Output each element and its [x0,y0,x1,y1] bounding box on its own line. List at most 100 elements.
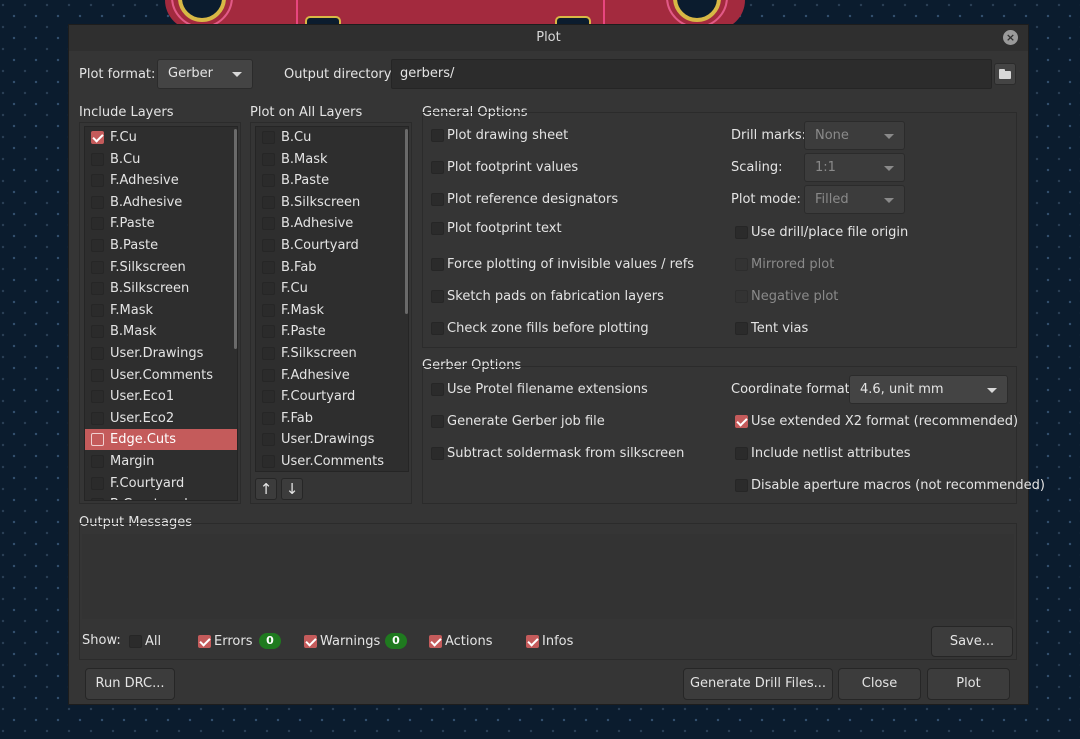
include-layer-item[interactable]: B.Paste [85,235,237,256]
all-layers-item[interactable]: F.Paste [256,321,408,342]
layer-checkbox[interactable] [91,131,104,144]
layer-checkbox[interactable] [262,152,275,166]
layer-checkbox[interactable] [91,347,104,360]
layer-checkbox[interactable] [91,390,104,404]
tent-vias-checkbox[interactable] [735,322,748,335]
all-layers-item[interactable]: B.Cu [256,127,408,148]
check-zone-fills-checkbox[interactable] [431,322,444,335]
move-down-button[interactable]: ↓ [281,478,303,500]
show-errors-checkbox[interactable] [198,635,211,648]
include-layer-item[interactable]: B.Silkscreen [85,278,237,299]
all-layers-item[interactable]: B.Fab [256,257,408,278]
all-layers-item[interactable]: B.Mask [256,149,408,170]
coordinate-format-select[interactable]: 4.6, unit mm [849,375,1008,404]
force-invisible-checkbox[interactable] [431,258,444,271]
layer-checkbox[interactable] [262,260,275,274]
include-layer-item[interactable]: F.Mask [85,300,237,321]
all-layers-item[interactable]: User.Comments [256,451,408,471]
layer-checkbox[interactable] [91,239,104,252]
layer-checkbox[interactable] [91,476,104,490]
disable-aperture-checkbox[interactable] [735,479,748,492]
layer-checkbox[interactable] [262,433,275,447]
all-layers-item[interactable]: F.Cu [256,278,408,299]
output-messages-area[interactable] [82,534,1014,619]
layer-checkbox[interactable] [91,303,104,317]
layer-checkbox[interactable] [91,325,104,339]
negative-plot-checkbox[interactable] [735,290,748,303]
layer-checkbox[interactable] [262,239,275,252]
include-layer-item[interactable]: F.Silkscreen [85,257,237,278]
close-button[interactable]: Close [838,668,921,700]
all-layers-scrollbar[interactable] [405,129,408,314]
plot-footprint-text-checkbox[interactable] [431,222,444,235]
use-drill-origin-checkbox[interactable] [735,226,748,239]
layer-checkbox[interactable] [262,455,275,468]
all-layers-item[interactable]: F.Fab [256,408,408,429]
protel-extensions-checkbox[interactable] [431,383,444,396]
include-layer-item[interactable]: B.Courtyard [85,494,237,500]
all-layers-item[interactable]: F.Silkscreen [256,343,408,364]
drill-marks-select[interactable]: None [804,121,905,150]
all-layers-item[interactable]: F.Adhesive [256,365,408,386]
include-layer-item[interactable]: User.Eco2 [85,408,237,429]
all-layers-item[interactable]: F.Mask [256,300,408,321]
all-layers-item[interactable]: B.Paste [256,170,408,191]
include-layer-item[interactable]: F.Courtyard [85,473,237,494]
subtract-soldermask-checkbox[interactable] [431,447,444,460]
plot-mode-select[interactable]: Filled [804,185,905,214]
layer-checkbox[interactable] [262,303,275,317]
mirrored-plot-checkbox[interactable] [735,258,748,271]
layer-checkbox[interactable] [262,390,275,404]
layer-checkbox[interactable] [91,195,104,209]
close-icon[interactable]: × [1003,30,1018,45]
layer-checkbox[interactable] [91,282,104,296]
include-layer-item[interactable]: B.Adhesive [85,192,237,213]
x2-format-checkbox[interactable] [735,415,748,428]
generate-drill-files-button[interactable]: Generate Drill Files... [683,668,833,700]
layer-checkbox[interactable] [91,217,104,231]
include-layer-item[interactable]: B.Mask [85,321,237,342]
netlist-attributes-checkbox[interactable] [735,447,748,460]
plot-button[interactable]: Plot [927,668,1010,700]
layer-checkbox[interactable] [262,217,275,231]
include-layer-item[interactable]: User.Drawings [85,343,237,364]
show-infos-checkbox[interactable] [526,635,539,648]
include-layer-item[interactable]: Margin [85,451,237,472]
include-layer-item[interactable]: User.Comments [85,365,237,386]
all-layers-item[interactable]: B.Adhesive [256,213,408,234]
layer-checkbox[interactable] [262,368,275,382]
all-layers-item[interactable]: B.Silkscreen [256,192,408,213]
folder-icon[interactable] [994,63,1016,85]
all-layers-list[interactable]: B.Cu B.Mask B.Paste B.Silkscreen B.Adhesive B… [255,126,409,472]
layer-checkbox[interactable] [91,174,104,188]
run-drc-button[interactable]: Run DRC... [85,668,175,700]
layer-checkbox[interactable] [91,411,104,425]
include-layer-item[interactable]: B.Cu [85,149,237,170]
layer-checkbox[interactable] [91,368,104,382]
all-layers-item[interactable]: F.Courtyard [256,386,408,407]
output-directory-input[interactable]: gerbers/ [391,59,992,89]
layer-checkbox[interactable] [91,498,104,500]
layer-checkbox[interactable] [262,325,275,339]
layer-checkbox[interactable] [262,411,275,425]
layer-checkbox[interactable] [262,282,275,296]
show-warnings-checkbox[interactable] [304,635,317,648]
include-layers-scrollbar[interactable] [234,129,237,349]
layer-checkbox[interactable] [91,260,104,274]
include-layers-list[interactable]: F.Cu B.Cu F.Adhesive B.Adhesive F.Paste B.Pas… [84,126,238,501]
layer-checkbox[interactable] [262,195,275,209]
layer-checkbox[interactable] [262,174,275,188]
layer-checkbox[interactable] [91,152,104,166]
save-messages-button[interactable]: Save... [931,626,1013,657]
include-layer-item[interactable]: F.Paste [85,213,237,234]
plot-drawing-sheet-checkbox[interactable] [431,129,444,142]
include-layer-item[interactable]: Edge.Cuts [85,429,237,451]
layer-checkbox[interactable] [91,455,104,468]
plot-footprint-values-checkbox[interactable] [431,161,444,174]
show-all-checkbox[interactable] [129,635,142,648]
include-layer-item[interactable]: F.Cu [85,127,237,148]
include-layer-item[interactable]: User.Eco1 [85,386,237,407]
plot-format-select[interactable]: Gerber [157,59,253,89]
all-layers-item[interactable]: User.Drawings [256,429,408,450]
show-actions-checkbox[interactable] [429,635,442,648]
